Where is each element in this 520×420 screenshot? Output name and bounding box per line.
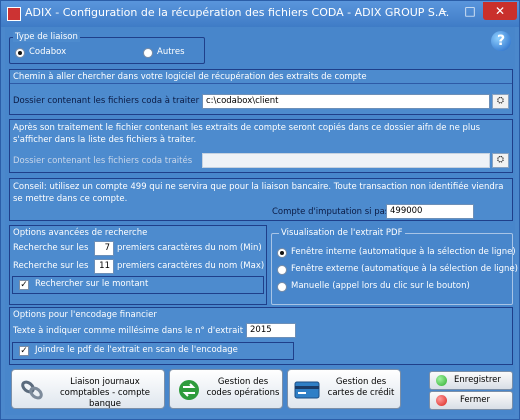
conseil-panel: Conseil: utilisez un compte 499 qui ne s…	[9, 178, 513, 221]
visualisation-legend: Visualisation de l'extrait PDF	[279, 228, 405, 238]
help-icon[interactable]: ?	[491, 31, 511, 51]
millesime-label: Texte à indiquer comme millésime dans le…	[13, 326, 244, 336]
traites-description: Après son traitement le fichier contenan…	[13, 123, 481, 145]
chemin-panel: Chemin à aller chercher dans votre logic…	[9, 69, 513, 115]
radio-manuelle[interactable]	[277, 282, 287, 292]
traites-panel: Après son traitement le fichier contenan…	[9, 119, 513, 173]
recherche-title: Options avancées de recherche	[13, 228, 148, 238]
chemin-folder-input[interactable]: c:\codabox\client	[202, 94, 490, 109]
montant-label: Rechercher sur le montant	[35, 279, 149, 289]
montant-checkbox[interactable]: ✓	[19, 280, 29, 290]
enregistrer-button[interactable]: Enregistrer	[429, 371, 513, 390]
close-window-button[interactable]: ✕	[483, 2, 517, 20]
title-bar: ADIX - Configuration de la récupération …	[1, 1, 519, 27]
maximize-button[interactable]: □	[457, 2, 483, 20]
radio-fenetre-externe-label: Fenêtre externe (automatique à la sélect…	[291, 264, 518, 274]
browse-folder-icon[interactable]: ⛭	[492, 94, 509, 109]
recherche-min-post: premiers caractères du nom (Min)	[117, 243, 262, 253]
link-icon	[21, 380, 43, 400]
chemin-folder-label: Dossier contenant les fichiers coda à tr…	[13, 96, 200, 106]
recherche-min-pre: Recherche sur les	[13, 243, 89, 253]
fermer-label: Fermer	[460, 395, 491, 405]
minimize-button[interactable]: –	[431, 2, 457, 20]
red-dot-icon	[436, 395, 447, 406]
dialog-body: ? Type de liaison Codabox Autres Chemin …	[5, 27, 518, 415]
radio-fenetre-interne-label: Fenêtre interne (automatique à la sélect…	[291, 247, 516, 257]
encodage-panel: Options pour l'encodage financier Texte …	[9, 307, 513, 365]
montant-box: ✓ Rechercher sur le montant	[12, 276, 264, 294]
radio-autres-label: Autres	[157, 47, 185, 57]
recherche-panel: Options avancées de recherche Recherche …	[9, 225, 267, 305]
millesime-input[interactable]: 2015	[246, 323, 296, 338]
chemin-description: Chemin à aller chercher dans votre logic…	[13, 72, 367, 82]
recherche-min-input[interactable]: 7	[94, 241, 114, 256]
recherche-max-input[interactable]: 11	[94, 259, 114, 274]
enregistrer-label: Enregistrer	[454, 375, 501, 385]
fermer-button[interactable]: Fermer	[429, 391, 513, 410]
traites-folder-label: Dossier contenant les fichiers coda trai…	[13, 156, 193, 166]
window: ADIX - Configuration de la récupération …	[0, 0, 520, 420]
recherche-max-post: premiers caractères du nom (Max)	[117, 261, 265, 271]
radio-fenetre-interne[interactable]	[277, 248, 287, 258]
window-title: ADIX - Configuration de la récupération …	[25, 6, 450, 19]
joindre-box: ✓ Joindre le pdf de l'extrait en scan de…	[12, 342, 294, 360]
recherche-max-pre: Recherche sur les	[13, 261, 89, 271]
gestion-codes-button[interactable]: Gestion des codes opérations	[169, 369, 283, 409]
visualisation-panel: Visualisation de l'extrait PDF Fenêtre i…	[271, 225, 518, 305]
encodage-title: Options pour l'encodage financier	[13, 310, 157, 320]
gestion-codes-label: Gestion des codes opérations	[206, 377, 280, 398]
joindre-checkbox[interactable]: ✓	[19, 346, 29, 356]
gestion-cartes-label: Gestion des cartes de crédit	[327, 377, 395, 398]
compte-input[interactable]: 499000	[386, 204, 474, 219]
radio-codabox[interactable]	[15, 48, 25, 58]
joindre-label: Joindre le pdf de l'extrait en scan de l…	[35, 345, 238, 355]
type-liaison-legend: Type de liaison	[13, 32, 80, 42]
radio-codabox-label: Codabox	[29, 47, 67, 57]
browse-folder-icon[interactable]: ⛭	[492, 153, 509, 168]
radio-fenetre-externe[interactable]	[277, 265, 287, 275]
app-icon	[7, 7, 21, 21]
liaison-journaux-button[interactable]: Liaison journaux comptables - compte ban…	[11, 369, 165, 409]
gestion-cartes-button[interactable]: Gestion des cartes de crédit	[287, 369, 401, 409]
green-dot-icon	[436, 375, 447, 386]
radio-manuelle-label: Manuelle (appel lors du clic sur le bout…	[291, 281, 470, 291]
traites-folder-input[interactable]	[202, 153, 490, 168]
type-liaison-group: Type de liaison Codabox Autres	[9, 32, 209, 66]
radio-autres[interactable]	[143, 48, 153, 58]
conseil-text: Conseil: utilisez un compte 499 qui ne s…	[13, 182, 504, 204]
operations-icon	[179, 380, 199, 400]
liaison-journaux-label: Liaison journaux comptables - compte ban…	[59, 377, 151, 409]
credit-card-icon	[294, 381, 320, 399]
